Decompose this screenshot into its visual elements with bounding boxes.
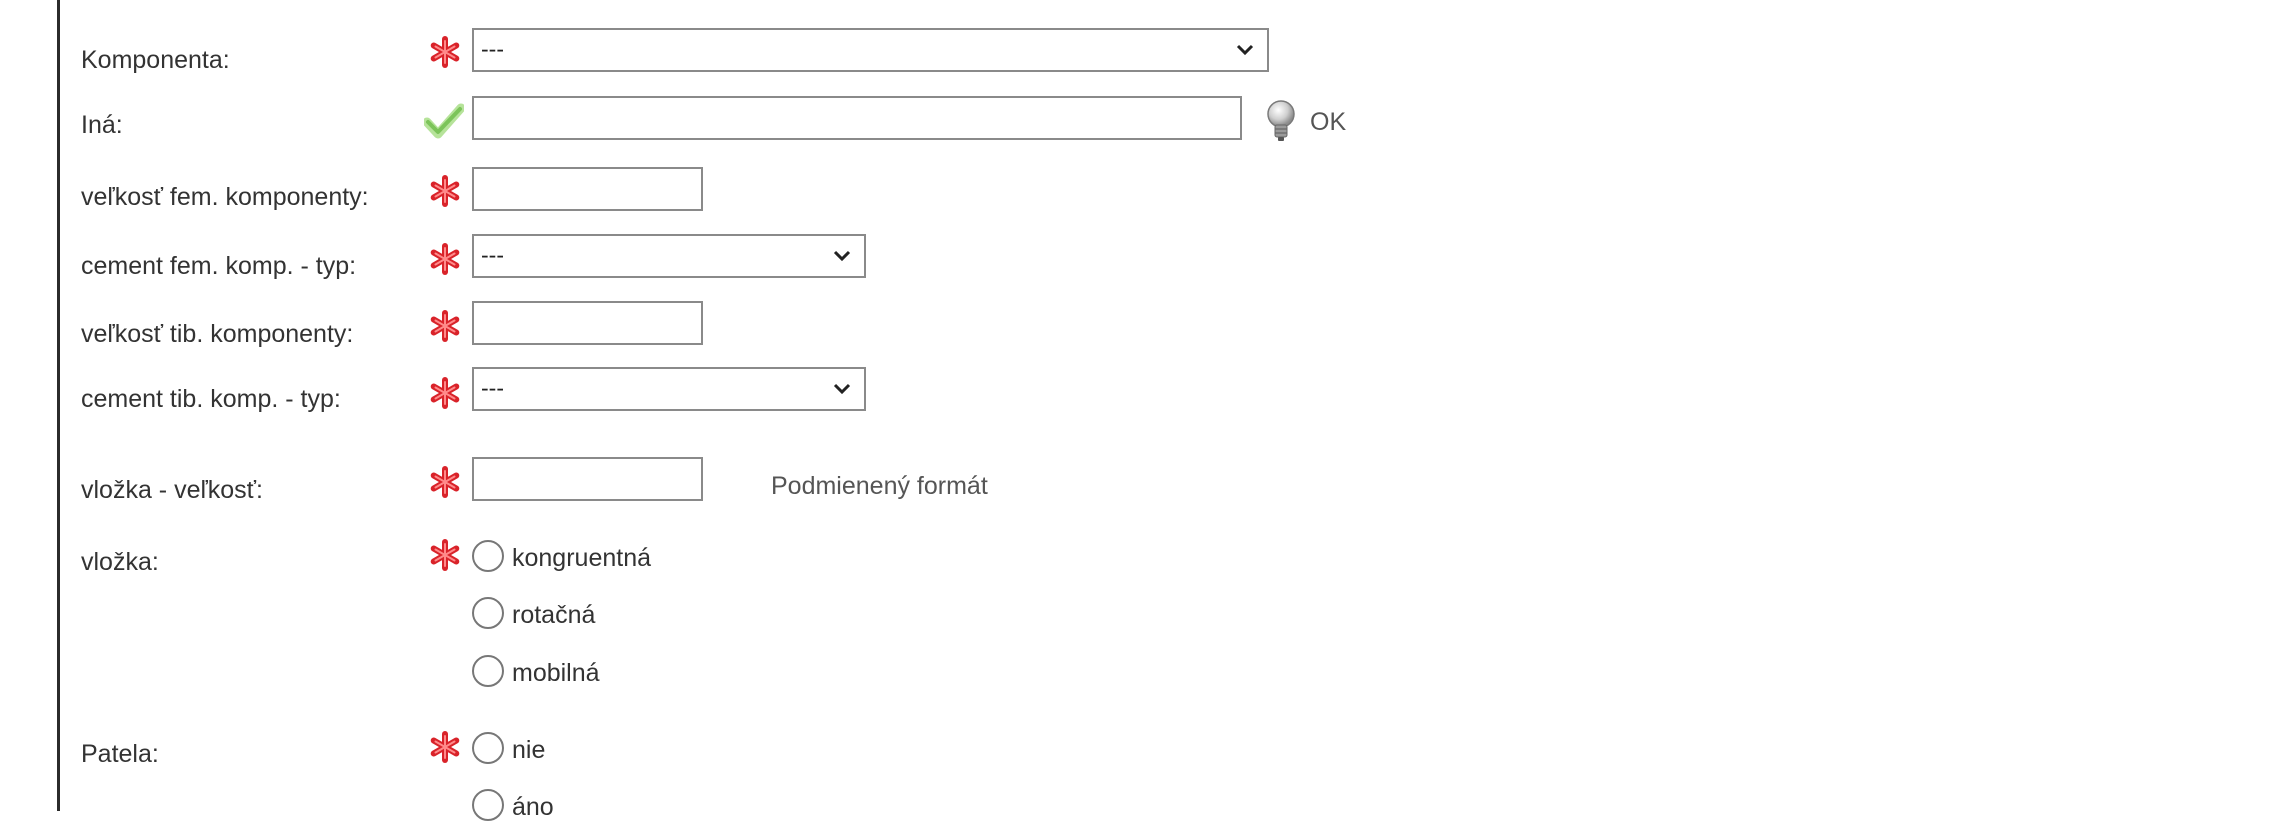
- vlozka-option-label: mobilná: [512, 659, 600, 687]
- cement-tib-select-value: ---: [481, 375, 504, 401]
- patela-radio-nie[interactable]: [472, 732, 504, 764]
- cement-tib-select[interactable]: ---: [472, 367, 866, 411]
- velkost-tib-input[interactable]: [472, 301, 703, 345]
- cement-fem-label: cement fem. komp. - typ:: [81, 252, 357, 280]
- required-asterisk-icon: [430, 243, 460, 275]
- lightbulb-icon: [1267, 100, 1295, 141]
- ina-label: Iná:: [81, 111, 123, 139]
- patela-option-label: áno: [512, 793, 554, 821]
- required-asterisk-icon: [430, 310, 460, 342]
- conditional-format-note: Podmienený formát: [771, 472, 988, 500]
- required-asterisk-icon: [430, 539, 460, 571]
- komponenta-label: Komponenta:: [81, 46, 230, 74]
- cement-fem-select-value: ---: [481, 242, 504, 268]
- required-asterisk-icon: [430, 175, 460, 207]
- vlozka-velkost-input[interactable]: [472, 457, 703, 501]
- vlozka-option-label: rotačná: [512, 601, 596, 629]
- ina-input[interactable]: [472, 96, 1242, 140]
- vlozka-radio-rotacna[interactable]: [472, 597, 504, 629]
- vlozka-velkost-label: vložka - veľkosť:: [81, 476, 263, 504]
- required-asterisk-icon: [430, 377, 460, 409]
- cement-tib-label: cement tib. komp. - typ:: [81, 385, 341, 413]
- ina-status-text: OK: [1310, 108, 1347, 136]
- required-asterisk-icon: [430, 731, 460, 763]
- velkost-tib-label: veľkosť tib. komponenty:: [81, 320, 354, 348]
- chevron-down-icon: [833, 383, 851, 395]
- chevron-down-icon: [833, 250, 851, 262]
- vlozka-radio-mobilna[interactable]: [472, 655, 504, 687]
- chevron-down-icon: [1236, 44, 1254, 56]
- vlozka-radio-kongruentna[interactable]: [472, 540, 504, 572]
- required-asterisk-icon: [430, 466, 460, 498]
- checkmark-icon: [424, 103, 464, 139]
- required-asterisk-icon: [430, 36, 460, 68]
- komponenta-select[interactable]: ---: [472, 28, 1269, 72]
- panel-left-border: [57, 0, 60, 811]
- velkost-fem-input[interactable]: [472, 167, 703, 211]
- patela-radio-ano[interactable]: [472, 789, 504, 821]
- vlozka-label: vložka:: [81, 548, 159, 576]
- komponenta-select-value: ---: [481, 36, 504, 62]
- patela-label: Patela:: [81, 740, 159, 768]
- patela-option-label: nie: [512, 736, 546, 764]
- cement-fem-select[interactable]: ---: [472, 234, 866, 278]
- vlozka-option-label: kongruentná: [512, 544, 652, 572]
- velkost-fem-label: veľkosť fem. komponenty:: [81, 183, 369, 211]
